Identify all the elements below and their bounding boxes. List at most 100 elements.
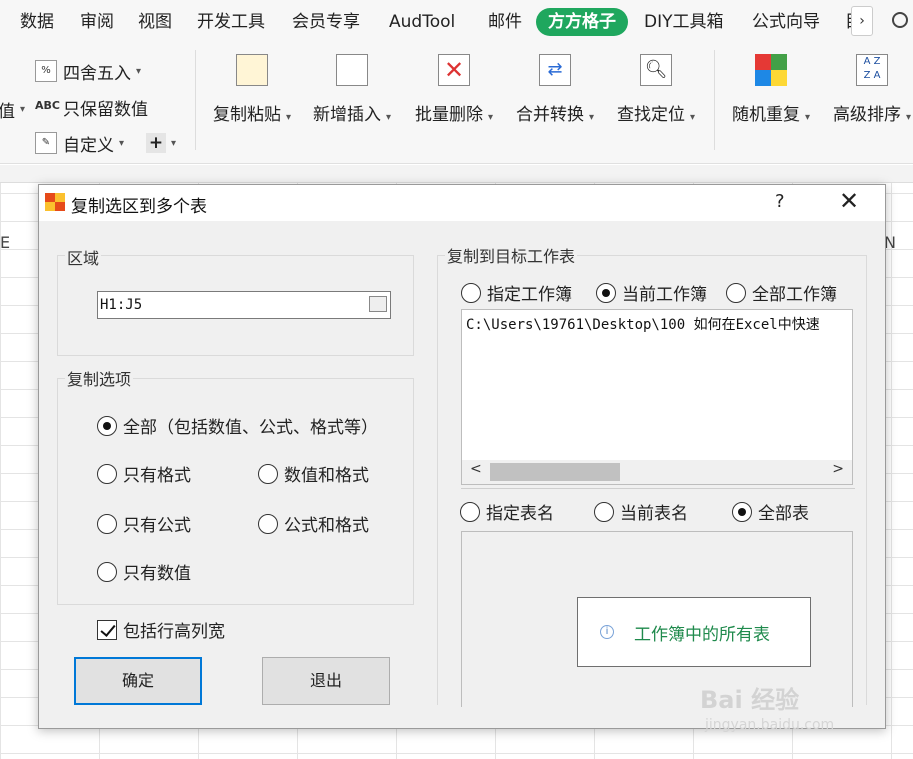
tab-review[interactable]: 审阅 [80,8,114,36]
ribbon-separator [714,50,715,150]
ribbon-tab-bar: 数据 审阅 视图 开发工具 会员专享 AudTool 邮件 方方格子 DIY工具… [0,0,913,44]
partial-value-item[interactable]: 值 ▾ [0,96,25,122]
tab-formula-wizard[interactable]: 公式向导 [752,8,820,36]
workbook-all-radio[interactable]: 全部工作簿 [726,280,837,305]
range-picker-icon[interactable] [369,296,387,312]
ribbon-separator [195,50,196,150]
help-button[interactable]: ? [775,191,785,212]
sheet-all-radio[interactable]: 全部表 [732,499,809,524]
find-locate-label: 查找定位 [616,105,685,125]
close-button[interactable]: ✕ [839,187,859,215]
workbook-specified-label: 指定工作簿 [487,285,572,305]
radio-icon [258,513,278,534]
sheet-specified-label: 指定表名 [486,504,554,524]
abc-icon: ABC [35,99,60,112]
tab-data[interactable]: 数据 [20,8,54,36]
tab-view[interactable]: 视图 [138,8,172,36]
option-value-only-label: 只有数值 [123,564,191,584]
tab-mail[interactable]: 邮件 [488,8,522,36]
merge-convert-label: 合并转换 [515,105,584,125]
find-locate-button[interactable]: 🔍︎ 查找定位 ▾ [613,54,699,134]
dialog-titlebar[interactable]: 复制选区到多个表 ? ✕ [39,185,885,221]
tab-member[interactable]: 会员专享 [292,8,360,36]
radio-icon [97,561,117,582]
copy-paste-button[interactable]: 复制粘贴 ▾ [209,54,295,134]
chevron-down-icon: ▾ [136,65,142,77]
workbook-path-item[interactable]: C:\Users\19761\Desktop\100 如何在Excel中快速 [466,314,820,334]
radio-icon [461,282,481,303]
region-group-label: 区域 [65,245,102,269]
tab-fangfang[interactable]: 方方格子 [536,8,628,36]
copy-options-label: 复制选项 [65,366,134,390]
round-icon: % [35,60,57,82]
option-format-only-radio[interactable]: 只有格式 [97,461,191,486]
tab-developer[interactable]: 开发工具 [197,8,265,36]
option-formula-format-radio[interactable]: 公式和格式 [258,511,369,536]
copy-paste-label: 复制粘贴 [212,105,281,125]
option-formula-only-label: 只有公式 [123,516,191,536]
partial-value-label: 值 [0,101,15,122]
horizontal-scrollbar[interactable]: < > [462,460,852,484]
sheet-current-radio[interactable]: 当前表名 [594,499,688,524]
workbook-current-radio[interactable]: 当前工作簿 [596,280,707,305]
sheet-all-label: 全部表 [758,504,809,524]
option-value-only-radio[interactable]: 只有数值 [97,559,191,584]
search-icon[interactable] [892,12,908,28]
insert-button[interactable]: 新增插入 ▾ [309,54,395,134]
option-all-radio[interactable]: 全部（包括数值、公式、格式等） [97,413,378,438]
insert-rows-icon [336,54,368,86]
exit-button[interactable]: 退出 [262,657,390,705]
scrollbar-thumb[interactable] [490,463,620,481]
sheet-specified-radio[interactable]: 指定表名 [460,499,554,524]
tab-diy-toolbox[interactable]: DIY工具箱 [644,8,724,36]
chevron-down-icon: ▾ [20,103,26,115]
app-icon [45,193,65,211]
chevron-down-icon: ▾ [119,137,125,149]
merge-convert-button[interactable]: ⇄ 合并转换 ▾ [512,54,598,134]
radio-icon [97,513,117,534]
option-value-format-radio[interactable]: 数值和格式 [258,461,369,486]
round-button[interactable]: % 四舍五入 ▾ [35,58,141,84]
delete-x-icon: ✕ [438,54,470,86]
chevron-down-icon: ▾ [171,137,177,149]
custom-edit-icon: ✎ [35,132,57,154]
divider [461,488,855,489]
convert-icon: ⇄ [539,54,571,86]
batch-delete-button[interactable]: ✕ 批量删除 ▾ [411,54,497,134]
sort-az-icon: A ZZ A [856,54,888,86]
option-value-format-label: 数值和格式 [284,466,369,486]
random-repeat-button[interactable]: 随机重复 ▾ [728,54,814,134]
scroll-right-icon[interactable]: > [832,461,844,477]
region-input[interactable]: H1:J5 [97,291,391,319]
radio-icon [258,463,278,484]
option-all-label: 全部（包括数值、公式、格式等） [123,418,378,438]
workbook-list[interactable]: C:\Users\19761\Desktop\100 如何在Excel中快速 <… [461,309,853,485]
keep-value-button[interactable]: ABC 只保留数值 [35,94,148,120]
keep-value-label: 只保留数值 [63,99,148,120]
advanced-sort-button[interactable]: A ZZ A 高级排序 ▾ [829,54,913,134]
radio-selected-icon [596,282,616,303]
custom-button[interactable]: ✎ 自定义 ▾ [35,130,124,156]
plus-icon: + [146,133,166,153]
all-sheets-notice: i 工作簿中的所有表 [577,597,811,667]
magnifier-icon: 🔍︎ [640,54,672,86]
baidu-watermark-url: jingyan.baidu.com [705,717,835,733]
workbook-specified-radio[interactable]: 指定工作簿 [461,280,572,305]
all-sheets-message: 工作簿中的所有表 [634,624,770,645]
custom-label: 自定义 [63,135,114,156]
include-row-col-checkbox[interactable]: 包括行高列宽 [97,617,225,642]
radio-selected-icon [97,415,117,436]
column-header-e: E [0,233,11,252]
random-blocks-icon [755,54,787,86]
tab-scroll-right-button[interactable]: › [851,6,873,36]
baidu-watermark: Bai 经验 [700,686,800,714]
option-formula-only-radio[interactable]: 只有公式 [97,511,191,536]
tab-audtool[interactable]: AudTool [389,8,455,36]
scroll-left-icon[interactable]: < [470,461,482,477]
add-button[interactable]: + ▾ [146,130,176,156]
radio-icon [97,463,117,484]
radio-icon [594,501,614,522]
clipboard-icon [236,54,268,86]
ribbon-panel: 值 ▾ % 四舍五入 ▾ ABC 只保留数值 ✎ 自定义 ▾ + ▾ 复制粘贴 ▾… [0,44,913,164]
ok-button[interactable]: 确定 [74,657,202,705]
